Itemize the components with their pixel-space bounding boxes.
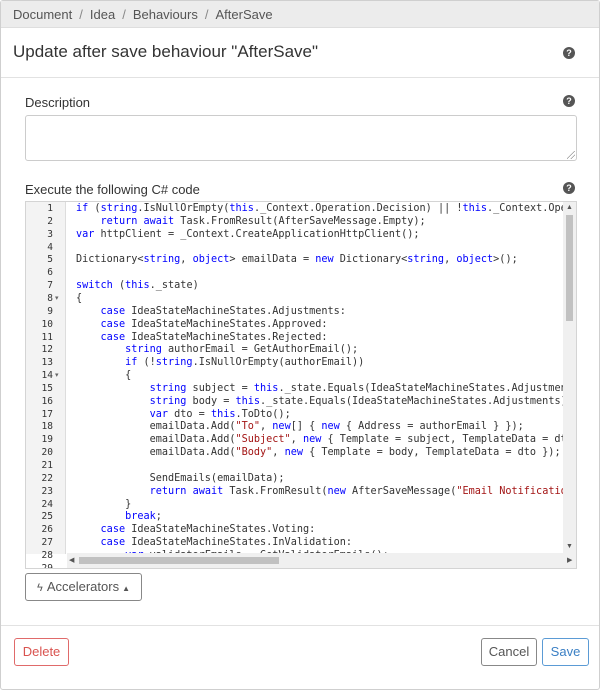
breadcrumb-separator: / (79, 7, 83, 22)
line-number: 28 (41, 549, 53, 561)
code-line[interactable]: case IdeaStateMachineStates.InValidation… (76, 537, 352, 550)
code-line[interactable]: emailData.Add("To", new[] { new { Addres… (76, 421, 524, 434)
code-line[interactable]: } (76, 499, 131, 512)
line-number: 13 (41, 357, 53, 369)
code-line[interactable]: if (string.IsNullOrEmpty(this._Context.O… (76, 203, 564, 216)
scroll-up-icon[interactable]: ▲ (566, 204, 573, 211)
question-circle-icon[interactable]: ? (563, 182, 575, 194)
code-line[interactable]: case IdeaStateMachineStates.Approved: (76, 319, 328, 332)
breadcrumb: Document / Idea / Behaviours / AfterSave (1, 1, 599, 28)
description-label: Description (25, 95, 91, 110)
line-number: 17 (41, 408, 53, 420)
vertical-scroll-thumb[interactable] (566, 215, 573, 321)
caret-down-icon: ▲ (122, 584, 130, 593)
line-number: 10 (41, 318, 53, 330)
accelerators-button[interactable]: ϟ Accelerators ▲ (25, 573, 142, 601)
line-number: 20 (41, 447, 53, 459)
code-line[interactable]: emailData.Add("Body", new { Template = b… (76, 447, 561, 460)
line-number: 2 (47, 215, 53, 227)
breadcrumb-separator: / (204, 7, 209, 22)
line-number: 7 (47, 280, 53, 292)
resize-grip-icon[interactable] (567, 151, 575, 159)
question-circle-icon[interactable]: ? (563, 95, 575, 107)
scroll-left-icon[interactable]: ◀ (69, 556, 74, 564)
code-line[interactable]: break; (76, 511, 162, 524)
code-line[interactable]: case IdeaStateMachineStates.Adjustments: (76, 306, 346, 319)
accelerators-label: Accelerators (46, 579, 120, 594)
fold-toggle-icon[interactable]: ▾ (55, 370, 59, 383)
line-number: 24 (41, 498, 53, 510)
fold-toggle-icon[interactable]: ▾ (55, 293, 59, 306)
bolt-icon: ϟ (37, 582, 43, 594)
line-number: 22 (41, 472, 53, 484)
line-number: 11 (41, 331, 53, 343)
code-line[interactable]: if (!string.IsNullOrEmpty(authorEmail)) (76, 357, 364, 370)
line-number: 26 (41, 524, 53, 536)
description-input[interactable] (25, 115, 577, 161)
cancel-button[interactable]: Cancel (481, 638, 537, 666)
line-number: 23 (41, 485, 53, 497)
code-line[interactable]: { (76, 293, 82, 306)
code-line[interactable]: var httpClient = _Context.CreateApplicat… (76, 229, 419, 242)
line-number: 16 (41, 395, 53, 407)
line-number: 29 (41, 562, 53, 569)
code-line[interactable]: Dictionary<string, object> emailData = n… (76, 254, 518, 267)
code-line[interactable]: string body = this._state.Equals(IdeaSta… (76, 396, 564, 409)
scroll-down-icon[interactable]: ▼ (566, 543, 573, 550)
horizontal-scroll-thumb[interactable] (79, 557, 279, 564)
line-number: 15 (41, 382, 53, 394)
code-line[interactable]: case IdeaStateMachineStates.Rejected: (76, 332, 328, 345)
dialog-title: Update after save behaviour "AfterSave" (13, 42, 319, 61)
dialog-header: Update after save behaviour "AfterSave" … (1, 28, 599, 78)
scroll-right-icon[interactable]: ▶ (567, 556, 572, 564)
code-line[interactable]: return await Task.FromResult(new AfterSa… (76, 486, 564, 499)
question-circle-icon[interactable]: ? (563, 47, 575, 59)
breadcrumb-item-aftersave: AfterSave (215, 7, 273, 22)
code-line[interactable]: SendEmails(emailData); (76, 473, 285, 486)
dialog: Document / Idea / Behaviours / AfterSave Updat… (0, 0, 600, 690)
code-line[interactable]: { (76, 370, 131, 383)
line-number: 25 (41, 511, 53, 523)
line-number: 14 (41, 370, 53, 382)
code-line[interactable]: string authorEmail = GetAuthorEmail(); (76, 344, 358, 357)
horizontal-scrollbar[interactable]: ◀ ▶ (67, 553, 576, 568)
line-number: 1 (47, 203, 53, 214)
line-number: 5 (47, 254, 53, 266)
breadcrumb-item-document[interactable]: Document (13, 7, 72, 22)
breadcrumb-item-idea[interactable]: Idea (90, 7, 115, 22)
delete-button[interactable]: Delete (14, 638, 69, 666)
code-line[interactable]: return await Task.FromResult(AfterSaveMe… (76, 216, 426, 229)
line-number: 19 (41, 434, 53, 446)
line-number: 3 (47, 228, 53, 240)
line-number: 18 (41, 421, 53, 433)
line-number: 12 (41, 344, 53, 356)
code-line[interactable]: switch (this._state) (76, 280, 199, 293)
line-number: 6 (47, 267, 53, 279)
breadcrumb-item-behaviours[interactable]: Behaviours (133, 7, 198, 22)
line-number-gutter: 1 2 3 4 5 6 7 8 ▾ 9 10 11 12 13 14 ▾ 15 16 17 18 19 20 21 22 23 2… (26, 202, 66, 568)
line-number: 8 (47, 292, 53, 304)
line-number: 9 (47, 305, 53, 317)
line-number: 21 (41, 460, 53, 471)
code-line[interactable]: string subject = this._state.Equals(Idea… (76, 383, 564, 396)
code-content[interactable]: if (string.IsNullOrEmpty(this._Context.O… (67, 202, 564, 554)
line-number: 4 (47, 241, 53, 253)
code-editor[interactable]: 1 2 3 4 5 6 7 8 ▾ 9 10 11 12 13 14 ▾ 15 16 17 18 19 20 21 22 23 2… (25, 201, 577, 569)
footer-divider (1, 625, 599, 626)
code-line[interactable]: emailData.Add("Subject", new { Template … (76, 434, 564, 447)
line-number: 27 (41, 537, 53, 549)
save-button[interactable]: Save (542, 638, 589, 666)
breadcrumb-separator: / (122, 7, 126, 22)
code-label: Execute the following C# code (25, 182, 200, 197)
code-line[interactable]: case IdeaStateMachineStates.Voting: (76, 524, 316, 537)
code-line[interactable]: var dto = this.ToDto(); (76, 409, 291, 422)
vertical-scrollbar[interactable]: ▲ ▼ (563, 202, 576, 554)
